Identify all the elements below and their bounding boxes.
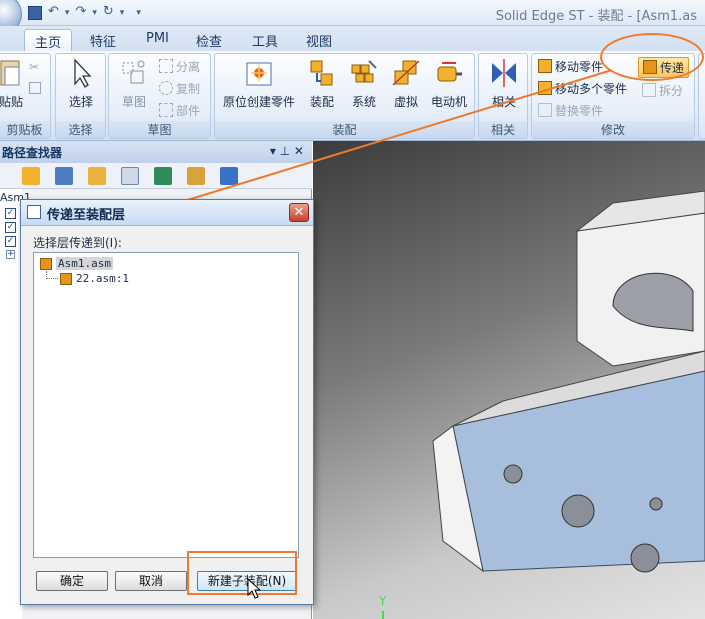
dialog-title: 传递至装配层 — [47, 208, 126, 223]
transfer-dialog: 传递至装配层 ✕ 选择层传递到(I): Asm1.asm 22.asm:1 确定… — [20, 199, 314, 605]
tree-connector — [46, 271, 58, 279]
ok-button[interactable]: 确定 — [36, 571, 108, 591]
close-button[interactable]: ✕ — [289, 203, 309, 222]
cancel-button[interactable]: 取消 — [115, 571, 187, 591]
tree-item-root[interactable]: Asm1.asm — [40, 257, 113, 270]
subassembly-icon — [60, 272, 72, 285]
annotation-highlight-box — [187, 551, 297, 595]
dialog-prompt: 选择层传递到(I): — [33, 236, 122, 250]
assembly-icon — [40, 257, 52, 270]
mouse-cursor-icon — [247, 578, 262, 599]
dialog-title-bar[interactable]: 传递至装配层 ✕ — [21, 200, 313, 226]
dialog-app-icon — [27, 205, 41, 219]
layer-tree-list[interactable]: Asm1.asm 22.asm:1 — [33, 252, 299, 558]
tree-item-child[interactable]: 22.asm:1 — [60, 272, 129, 285]
